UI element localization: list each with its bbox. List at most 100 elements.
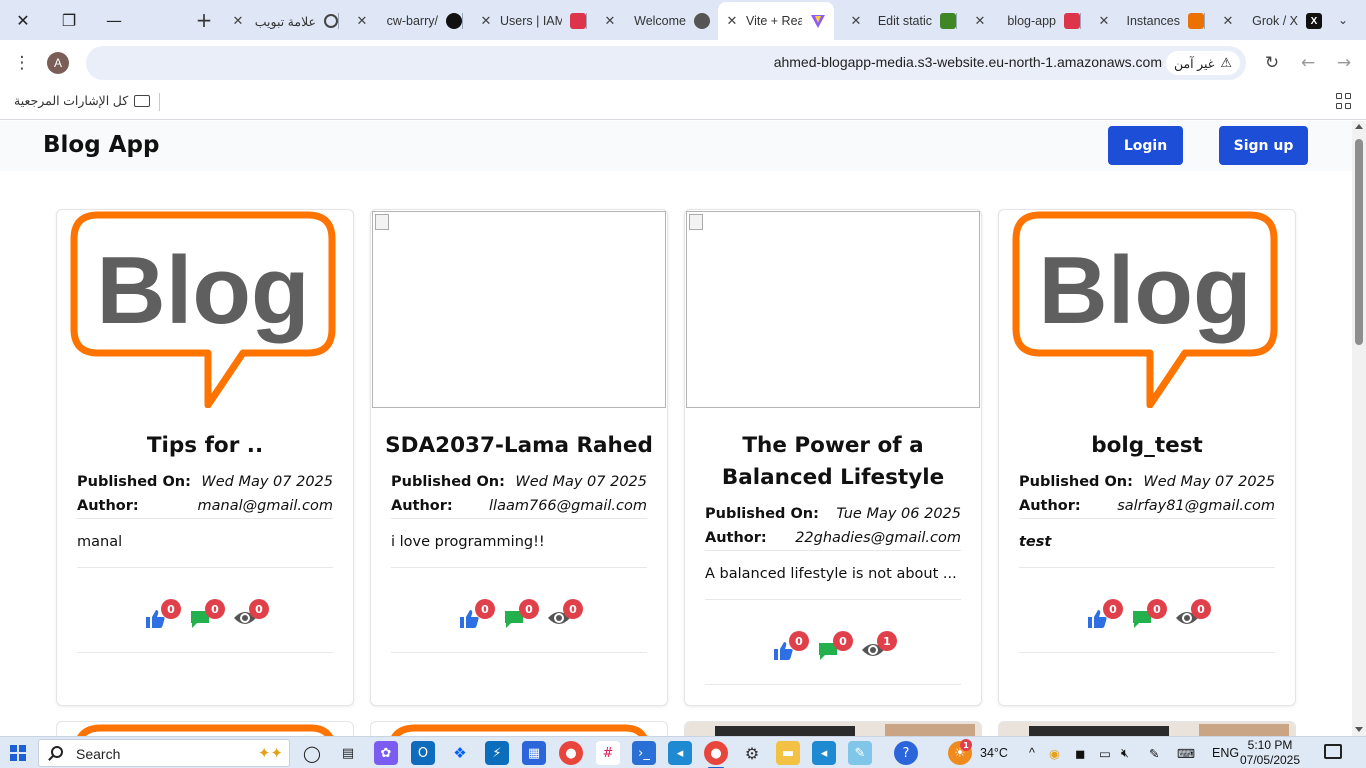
widgets-icon[interactable]: ▤ <box>336 741 360 765</box>
app-navbar: Blog App Login Sign up <box>0 121 1352 171</box>
views-stat[interactable]: 0 <box>1175 599 1211 629</box>
outlook-icon[interactable]: O <box>411 741 435 765</box>
notification-center-icon[interactable] <box>1324 744 1342 759</box>
tab-2[interactable]: ✕ Users | IAM <box>480 6 587 36</box>
reload-icon[interactable]: ↻ <box>1258 49 1286 77</box>
tab-close-icon[interactable]: ✕ <box>850 13 862 29</box>
system-clock[interactable]: 5:10 PM 07/05/2025 <box>1234 738 1306 768</box>
tab-4-active[interactable]: ✕ Vite + React <box>718 2 834 40</box>
pen-icon[interactable]: ✎ <box>1149 746 1159 761</box>
help-icon[interactable]: ? <box>894 741 918 765</box>
dropbox-icon[interactable]: ❖ <box>448 741 472 765</box>
security-tray-icon[interactable]: ◼ <box>1075 746 1085 761</box>
comments-stat[interactable]: 0 <box>817 631 853 661</box>
post-title[interactable]: Tips for .. <box>71 430 339 462</box>
tab-1[interactable]: ✕ cw-barry/ <box>356 6 463 36</box>
signup-button[interactable]: Sign up <box>1219 126 1308 165</box>
tab-0[interactable]: ✕ علامة تبويب <box>232 6 339 36</box>
tab-close-icon[interactable]: ✕ <box>1098 13 1110 29</box>
forward-icon[interactable]: → <box>1330 49 1358 77</box>
keyboard-icon[interactable]: ⌨ <box>1177 746 1195 761</box>
profile-avatar[interactable]: A <box>47 52 69 74</box>
tab-8[interactable]: ✕ Grok / X X <box>1222 6 1322 36</box>
copilot-icon[interactable]: ✿ <box>374 741 398 765</box>
window-minimize-button[interactable]: — <box>91 0 137 40</box>
scroll-down-arrow-icon[interactable] <box>1355 727 1363 732</box>
post-card[interactable]: SDA2037-Lama Rahed Published On: Wed May … <box>370 209 668 706</box>
battery-icon[interactable]: ▭ <box>1099 746 1111 761</box>
post-card-partial[interactable] <box>370 721 668 736</box>
vscode-2-icon[interactable]: ◂ <box>812 741 836 765</box>
settings-gear-icon[interactable]: ⚙ <box>740 741 764 765</box>
login-button[interactable]: Login <box>1108 126 1183 165</box>
post-title[interactable]: bolg_test <box>1013 430 1281 462</box>
tab-search-button[interactable]: ⌄ <box>1330 8 1356 32</box>
tab-7[interactable]: ✕ Instances <box>1098 6 1205 36</box>
post-title[interactable]: The Power of a Balanced Lifestyle <box>699 430 967 494</box>
slack-icon[interactable]: # <box>596 741 620 765</box>
tab-close-icon[interactable]: ✕ <box>726 13 738 29</box>
weather-temp[interactable]: 34°C <box>980 746 1008 760</box>
published-label: Published On: <box>705 506 819 522</box>
weather-alert-badge: 1 <box>960 739 972 751</box>
new-tab-button[interactable]: + <box>190 8 218 32</box>
store-icon[interactable]: ▦ <box>522 741 546 765</box>
app-brand[interactable]: Blog App <box>43 132 159 158</box>
notepad-icon[interactable]: ✎ <box>848 741 872 765</box>
tray-app-icon[interactable]: ◉ <box>1049 746 1060 761</box>
page-scrollbar[interactable] <box>1352 121 1366 736</box>
views-stat[interactable]: 1 <box>861 631 897 661</box>
post-card-partial[interactable] <box>998 721 1296 736</box>
all-bookmarks-button[interactable]: كل الإشارات المرجعية <box>14 93 151 108</box>
back-icon[interactable]: ← <box>1294 49 1322 77</box>
views-stat[interactable]: 0 <box>547 599 583 629</box>
tab-close-icon[interactable]: ✕ <box>356 13 368 29</box>
tab-5[interactable]: ✕ Edit static <box>850 6 957 36</box>
post-card-partial[interactable] <box>56 721 354 736</box>
post-card[interactable]: The Power of a Balanced Lifestyle Publis… <box>684 209 982 706</box>
post-title[interactable]: SDA2037-Lama Rahed <box>385 430 653 462</box>
chrome-taskbar-icon[interactable]: ● <box>559 741 583 765</box>
tab-3[interactable]: ✕ Welcome <box>604 6 710 36</box>
tab-close-icon[interactable]: ✕ <box>232 13 244 29</box>
post-title-line: Balanced Lifestyle <box>721 465 945 490</box>
post-card-partial[interactable] <box>684 721 982 736</box>
address-bar[interactable]: ahmed-blogapp-media.s3-website.eu-north-… <box>86 46 1246 80</box>
views-stat[interactable]: 0 <box>233 599 269 629</box>
scrollbar-thumb[interactable] <box>1355 139 1363 345</box>
security-indicator[interactable]: غير آمن ⚠ <box>1165 51 1240 75</box>
task-view-icon[interactable]: ◯ <box>300 741 324 765</box>
file-explorer-icon[interactable]: ▬ <box>776 741 800 765</box>
post-card[interactable]: Blog bolg_test Published On: Wed May 07 2… <box>998 209 1296 706</box>
blog-logo-partial <box>77 724 333 736</box>
likes-stat[interactable]: 0 <box>459 599 495 629</box>
windows-start-icon[interactable] <box>10 745 26 761</box>
powershell-icon[interactable]: ›_ <box>632 741 656 765</box>
likes-stat[interactable]: 0 <box>773 631 809 661</box>
vscode-icon[interactable]: ◂ <box>668 741 692 765</box>
likes-stat[interactable]: 0 <box>145 599 181 629</box>
comments-stat[interactable]: 0 <box>503 599 539 629</box>
broken-image <box>372 211 666 408</box>
taskbar-search[interactable]: Search ✦✦ <box>38 739 290 767</box>
url-text[interactable]: ahmed-blogapp-media.s3-website.eu-north-… <box>774 54 1162 70</box>
likes-stat[interactable]: 0 <box>1087 599 1123 629</box>
views-count-badge: 1 <box>877 631 897 651</box>
tab-6[interactable]: ✕ blog-app <box>974 6 1081 36</box>
tab-close-icon[interactable]: ✕ <box>604 13 616 29</box>
window-restore-button[interactable]: ❐ <box>46 0 92 40</box>
comments-stat[interactable]: 0 <box>189 599 225 629</box>
tab-close-icon[interactable]: ✕ <box>480 13 492 29</box>
menu-kebab-icon[interactable]: ⋮ <box>8 49 36 77</box>
azure-app-icon[interactable]: ⚡ <box>485 741 509 765</box>
window-close-button[interactable]: ✕ <box>0 0 46 40</box>
volume-muted-icon[interactable]: 🔇︎ <box>1121 746 1129 761</box>
show-hidden-icons-chevron-icon[interactable]: ^ <box>1029 746 1035 760</box>
chrome-active-icon[interactable]: ● <box>704 741 728 768</box>
post-card[interactable]: Blog Tips for .. Published On: Wed May 07… <box>56 209 354 706</box>
scroll-up-arrow-icon[interactable] <box>1355 124 1363 129</box>
apps-grid-icon[interactable] <box>1336 93 1352 109</box>
tab-close-icon[interactable]: ✕ <box>1222 13 1234 29</box>
comments-stat[interactable]: 0 <box>1131 599 1167 629</box>
tab-close-icon[interactable]: ✕ <box>974 13 986 29</box>
